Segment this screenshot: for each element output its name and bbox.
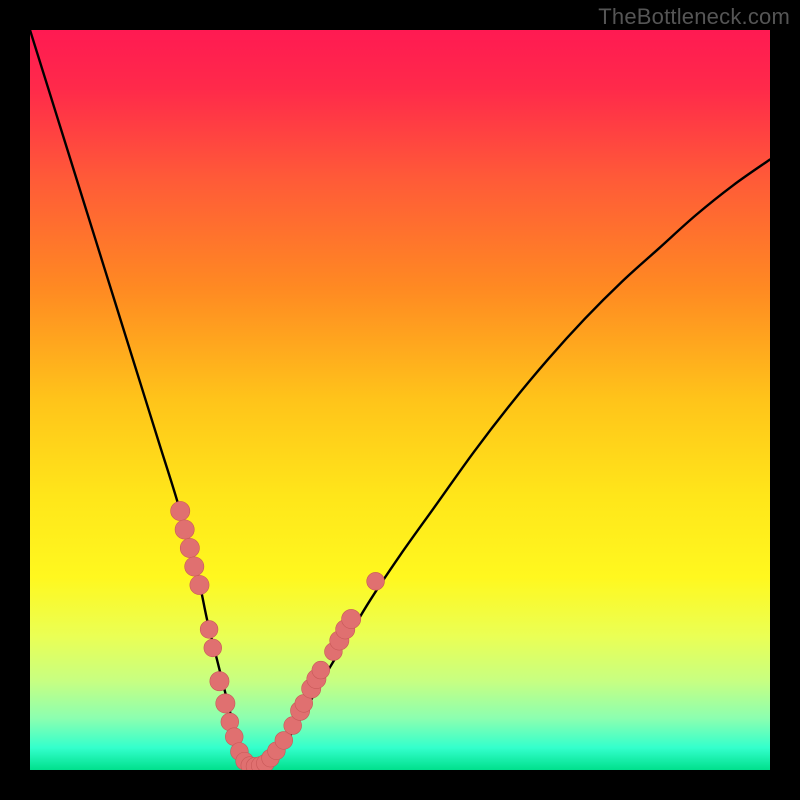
plot-area	[30, 30, 770, 770]
data-marker	[216, 694, 235, 713]
data-marker	[200, 621, 218, 639]
data-marker	[367, 572, 385, 590]
data-markers	[171, 501, 385, 770]
data-marker	[204, 639, 222, 657]
data-marker	[185, 557, 204, 576]
chart-frame: TheBottleneck.com	[0, 0, 800, 800]
data-marker	[210, 672, 229, 691]
data-marker	[180, 538, 199, 557]
watermark-text: TheBottleneck.com	[598, 4, 790, 30]
data-marker	[342, 609, 361, 628]
data-marker	[175, 520, 194, 539]
data-marker	[171, 501, 190, 520]
curve-layer	[30, 30, 770, 770]
bottleneck-curve	[30, 30, 770, 767]
data-marker	[190, 575, 209, 594]
data-marker	[312, 661, 330, 679]
